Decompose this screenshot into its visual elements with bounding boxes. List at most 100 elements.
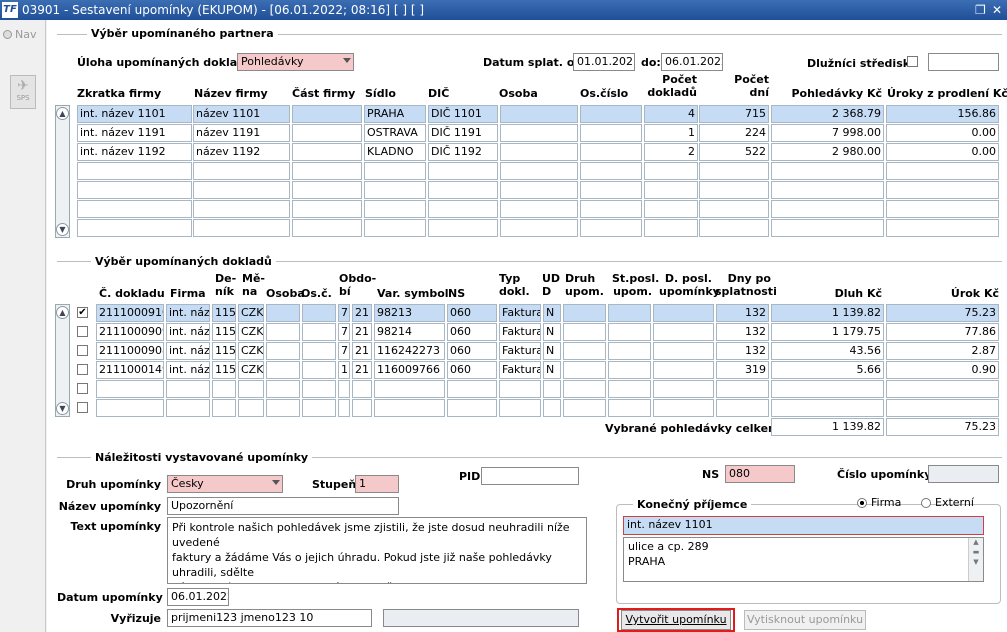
partner-cell-pocet_dokladu[interactable] [644, 181, 698, 199]
doklad-cell-ob2[interactable]: 21 [352, 342, 372, 360]
address-scrollbar[interactable]: ▲ ▬ ▼ [968, 538, 983, 581]
partner-cell-nazev[interactable]: název 1101 [193, 105, 290, 123]
doklad-cell-ns[interactable]: 060 [447, 342, 497, 360]
partner-cell-pocet_dokladu[interactable] [644, 219, 698, 237]
partner-cell-zkratka[interactable] [77, 200, 192, 218]
partner-cell-pocet_dokladu[interactable]: 2 [644, 143, 698, 161]
doklad-cell-mena[interactable] [238, 380, 264, 398]
partner-cell-sidlo[interactable] [364, 181, 426, 199]
partner-cell-pocet_dokladu[interactable] [644, 200, 698, 218]
doklad-cell-ob2[interactable] [352, 380, 372, 398]
partner-cell-nazev[interactable] [193, 162, 290, 180]
doklad-cell-mena[interactable]: CZK [238, 342, 264, 360]
partner-cell-osoba[interactable] [500, 200, 578, 218]
partner-cell-dic[interactable] [428, 200, 498, 218]
doklad-cell-ud[interactable]: N [543, 361, 561, 379]
partner-cell-nazev[interactable] [193, 200, 290, 218]
doklad-cell-oscislo[interactable] [302, 399, 336, 417]
doklad-cell-dluh[interactable]: 1 139.82 [771, 304, 884, 322]
doklad-cell-ns[interactable] [447, 380, 497, 398]
doklad-cell-dposl[interactable] [653, 380, 714, 398]
doklad-cell-cislo[interactable] [96, 380, 164, 398]
doklad-cell-dluh[interactable]: 5.66 [771, 361, 884, 379]
partner-cell-dic[interactable] [428, 181, 498, 199]
partner-cell-cast[interactable] [292, 105, 362, 123]
doklad-cell-dny[interactable]: 132 [716, 304, 769, 322]
scroll-down-icon[interactable]: ▼ [56, 402, 69, 415]
partner-cell-sidlo[interactable] [364, 162, 426, 180]
doklad-cell-oscislo[interactable] [302, 361, 336, 379]
doklad-cell-stposl[interactable] [608, 323, 651, 341]
doklad-cell-typ[interactable] [499, 380, 541, 398]
doklad-cell-firma[interactable]: int. náze [166, 323, 210, 341]
partner-cell-pocet_dni[interactable] [699, 181, 769, 199]
nav-radio-icon[interactable] [3, 30, 12, 39]
doklad-cell-dluh[interactable]: 1 179.75 [771, 323, 884, 341]
partner-cell-uroky[interactable]: 0.00 [886, 124, 999, 142]
partner-cell-pocet_dni[interactable] [699, 162, 769, 180]
doklad-cell-ud[interactable]: N [543, 323, 561, 341]
doklad-cell-denik[interactable] [212, 380, 236, 398]
doklad-cell-ob1[interactable] [338, 380, 350, 398]
partner-cell-cast[interactable] [292, 219, 362, 237]
partner-cell-zkratka[interactable]: int. název 1191 [77, 124, 192, 142]
doklad-cell-dposl[interactable] [653, 399, 714, 417]
partner-cell-oscislo[interactable] [580, 105, 642, 123]
doklad-cell-dluh[interactable] [771, 380, 884, 398]
doklad-cell-ud[interactable]: N [543, 304, 561, 322]
doklad-cell-osoba[interactable] [266, 399, 300, 417]
doklad-cell-denik[interactable]: 115 [212, 342, 236, 360]
datum-upominky-input[interactable]: 06.01.2022 [167, 588, 229, 606]
doklad-cell-mena[interactable]: CZK [238, 361, 264, 379]
doklad-cell-osoba[interactable] [266, 323, 300, 341]
partner-cell-oscislo[interactable] [580, 181, 642, 199]
partner-cell-sidlo[interactable]: PRAHA [364, 105, 426, 123]
doklad-cell-ob2[interactable] [352, 399, 372, 417]
partner-cell-zkratka[interactable]: int. název 1192 [77, 143, 192, 161]
doklad-cell-mena[interactable]: CZK [238, 304, 264, 322]
doklad-cell-ns[interactable]: 060 [447, 304, 497, 322]
doklad-cell-varsym[interactable]: 116009766 [374, 361, 445, 379]
doklad-cell-ns[interactable]: 060 [447, 361, 497, 379]
partner-cell-pocet_dni[interactable]: 522 [699, 143, 769, 161]
partner-cell-nazev[interactable] [193, 219, 290, 237]
doklad-checkbox[interactable]: ✔ [77, 307, 88, 318]
doklad-cell-oscislo[interactable] [302, 380, 336, 398]
datum-od-input[interactable]: 01.01.2021 [573, 53, 635, 71]
doklad-cell-cislo[interactable]: 2111000149 [96, 361, 164, 379]
doklad-cell-typ[interactable]: Faktura [499, 304, 541, 322]
doklad-cell-denik[interactable]: 115 [212, 361, 236, 379]
partner-cell-dic[interactable]: DIČ 1192 [428, 143, 498, 161]
doklad-cell-urok[interactable]: 77.86 [886, 323, 999, 341]
partner-cell-cast[interactable] [292, 181, 362, 199]
doklad-cell-druh[interactable] [563, 380, 606, 398]
doklad-cell-ns[interactable] [447, 399, 497, 417]
partner-cell-zkratka[interactable]: int. název 1101 [77, 105, 192, 123]
partner-cell-dic[interactable]: DIČ 1101 [428, 105, 498, 123]
doklad-cell-druh[interactable] [563, 361, 606, 379]
partner-cell-nazev[interactable] [193, 181, 290, 199]
doklad-cell-stposl[interactable] [608, 380, 651, 398]
doklad-cell-ud[interactable]: N [543, 342, 561, 360]
doklad-cell-ob1[interactable]: 7 [338, 304, 350, 322]
doklad-cell-stposl[interactable] [608, 342, 651, 360]
doklad-cell-firma[interactable] [166, 399, 210, 417]
doklad-checkbox[interactable] [77, 364, 88, 375]
partner-cell-pohledavky[interactable] [771, 219, 884, 237]
doklad-cell-druh[interactable] [563, 304, 606, 322]
doklad-cell-varsym[interactable]: 98214 [374, 323, 445, 341]
scroll-down-icon[interactable]: ▼ [56, 223, 69, 236]
partner-cell-oscislo[interactable] [580, 219, 642, 237]
uloha-select[interactable]: Pohledávky [237, 53, 354, 71]
doklad-cell-firma[interactable]: int. náze [166, 304, 210, 322]
doklad-cell-firma[interactable] [166, 380, 210, 398]
doklad-cell-oscislo[interactable] [302, 323, 336, 341]
doklad-cell-denik[interactable]: 115 [212, 304, 236, 322]
doklad-cell-denik[interactable]: 115 [212, 323, 236, 341]
doklad-cell-ob2[interactable]: 21 [352, 361, 372, 379]
doklad-cell-urok[interactable] [886, 380, 999, 398]
partner-cell-zkratka[interactable] [77, 219, 192, 237]
partner-cell-osoba[interactable] [500, 143, 578, 161]
datum-do-input[interactable]: 06.01.2022 [661, 53, 723, 71]
partner-cell-sidlo[interactable] [364, 200, 426, 218]
